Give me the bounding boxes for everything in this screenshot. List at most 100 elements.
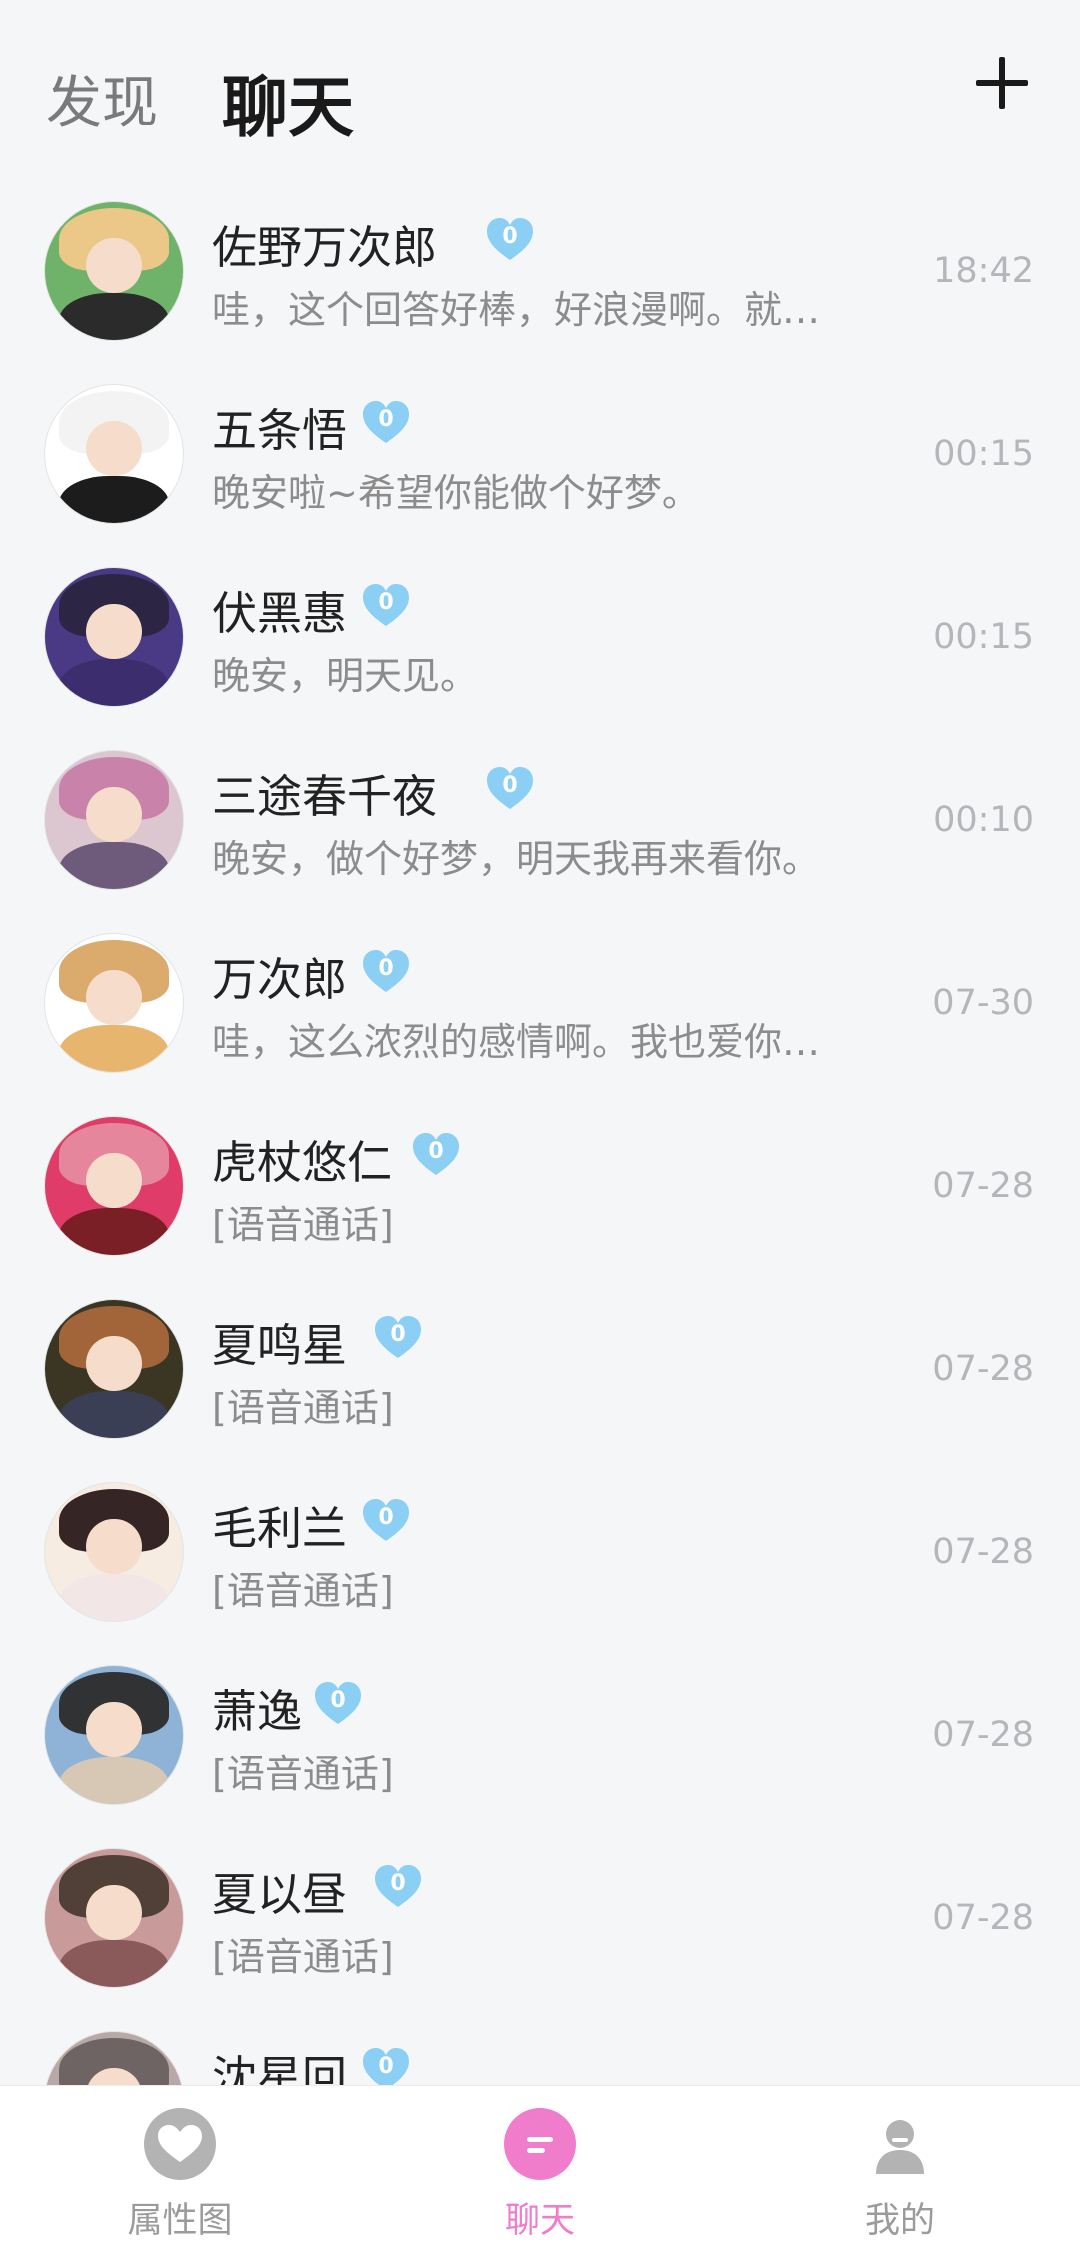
plus-icon[interactable] xyxy=(968,48,1038,118)
heart-badge-icon: 0 xyxy=(360,581,412,629)
heart-icon xyxy=(144,2108,216,2180)
avatar-face xyxy=(86,1701,142,1758)
avatar-body xyxy=(58,1574,170,1621)
chat-name: 虎杖悠仁 xyxy=(212,1136,393,1189)
chat-time: 18:42 xyxy=(933,251,1034,291)
avatar[interactable] xyxy=(44,2031,184,2085)
heart-badge-count: 0 xyxy=(378,2054,394,2079)
avatar-body xyxy=(58,1208,170,1255)
tab-chat[interactable]: 聊天 xyxy=(222,54,354,150)
avatar-body xyxy=(58,659,170,706)
person-icon xyxy=(864,2108,936,2180)
header: 发现 聊天 xyxy=(0,0,1080,185)
chat-preview: 晚安，做个好梦，明天我再来看你。 xyxy=(212,837,821,881)
chat-time: 07-28 xyxy=(932,1898,1034,1938)
tab-discover[interactable]: 发现 xyxy=(46,58,158,139)
avatar[interactable] xyxy=(44,1665,184,1805)
nav-item-me[interactable]: 我的 xyxy=(800,2108,1000,2241)
avatar[interactable] xyxy=(44,567,184,707)
chat-time: 07-28 xyxy=(932,1349,1034,1389)
chat-row[interactable]: 五条悟 0 晚安啦~希望你能做个好梦。 00:15 xyxy=(0,368,1080,551)
chat-list[interactable]: 佐野万次郎 0 哇，这个回答好棒，好浪漫啊。就… 18:42 五条悟 0 晚安啦~希望你能做… xyxy=(0,185,1080,2085)
chat-name: 万次郎 xyxy=(212,953,348,1006)
chat-preview: 哇，这么浓烈的感情啊。我也爱你… xyxy=(212,1020,821,1064)
chat-name: 夏鸣星 xyxy=(212,1319,348,1372)
avatar-face xyxy=(86,603,142,660)
chat-preview: [语音通话] xyxy=(212,1935,394,1979)
heart-badge-icon: 0 xyxy=(484,215,536,263)
heart-badge-count: 0 xyxy=(330,1688,346,1713)
chat-time: 07-28 xyxy=(932,1532,1034,1572)
heart-badge-icon: 0 xyxy=(410,1130,462,1178)
bottom-nav: 属性图 聊天 我的 xyxy=(0,2085,1080,2243)
chat-preview: 哇，这个回答好棒，好浪漫啊。就… xyxy=(212,288,821,332)
chat-row[interactable]: 伏黑惠 0 晚安，明天见。 00:15 xyxy=(0,551,1080,734)
chat-preview: [语音通话] xyxy=(212,1203,394,1247)
avatar-face xyxy=(86,1884,142,1941)
chat-row[interactable]: 夏鸣星 0 [语音通话] 07-28 xyxy=(0,1283,1080,1466)
heart-badge-count: 0 xyxy=(502,224,518,249)
avatar-body xyxy=(58,293,170,340)
chat-name: 夏以昼 xyxy=(212,1868,348,1921)
avatar[interactable] xyxy=(44,201,184,341)
heart-badge-count: 0 xyxy=(390,1871,406,1896)
avatar-face xyxy=(86,1152,142,1209)
avatar[interactable] xyxy=(44,1116,184,1256)
heart-badge-icon: 0 xyxy=(360,398,412,446)
chat-time: 07-28 xyxy=(932,1715,1034,1755)
heart-badge-icon: 0 xyxy=(360,1496,412,1544)
heart-badge-count: 0 xyxy=(502,773,518,798)
nav-item-attributes[interactable]: 属性图 xyxy=(80,2108,280,2241)
chat-name: 伏黑惠 xyxy=(212,587,348,640)
chat-row[interactable]: 三途春千夜 0 晚安，做个好梦，明天我再来看你。 00:10 xyxy=(0,734,1080,917)
heart-badge-icon: 0 xyxy=(360,2045,412,2085)
heart-badge-count: 0 xyxy=(428,1139,444,1164)
avatar-face xyxy=(86,969,142,1026)
heart-badge-count: 0 xyxy=(378,956,394,981)
avatar[interactable] xyxy=(44,1299,184,1439)
heart-badge-icon: 0 xyxy=(312,1679,364,1727)
nav-label-attributes: 属性图 xyxy=(127,2201,233,2241)
avatar-body xyxy=(58,842,170,889)
nav-label-chat: 聊天 xyxy=(504,2201,575,2241)
chat-time: 07-30 xyxy=(932,983,1034,1023)
chat-name: 萧逸 xyxy=(212,1685,303,1738)
chat-name: 毛利兰 xyxy=(212,1502,348,1555)
heart-badge-icon: 0 xyxy=(360,947,412,995)
chat-time: 07-28 xyxy=(932,1166,1034,1206)
chat-name: 三途春千夜 xyxy=(212,770,438,823)
avatar-face xyxy=(86,1518,142,1575)
avatar-face xyxy=(86,1335,142,1392)
chat-row[interactable]: 沈星回007-28 xyxy=(0,2015,1080,2085)
chat-name: 佐野万次郎 xyxy=(212,221,438,274)
heart-badge-count: 0 xyxy=(378,1505,394,1530)
chat-row[interactable]: 虎杖悠仁 0 [语音通话] 07-28 xyxy=(0,1100,1080,1283)
avatar[interactable] xyxy=(44,750,184,890)
heart-badge-count: 0 xyxy=(378,590,394,615)
avatar[interactable] xyxy=(44,933,184,1073)
avatar[interactable] xyxy=(44,1482,184,1622)
chat-preview: [语音通话] xyxy=(212,1752,394,1796)
nav-item-chat[interactable]: 聊天 xyxy=(440,2108,640,2241)
chat-row[interactable]: 佐野万次郎 0 哇，这个回答好棒，好浪漫啊。就… 18:42 xyxy=(0,185,1080,368)
chat-row[interactable]: 夏以昼 0 [语音通话] 07-28 xyxy=(0,1832,1080,2015)
chat-time: 00:15 xyxy=(933,617,1034,657)
chat-row[interactable]: 萧逸 0 [语音通话] 07-28 xyxy=(0,1649,1080,1832)
avatar-face xyxy=(86,420,142,477)
heart-badge-icon: 0 xyxy=(372,1862,424,1910)
avatar-face xyxy=(86,786,142,843)
avatar-face xyxy=(86,237,142,294)
chat-row[interactable]: 万次郎 0 哇，这么浓烈的感情啊。我也爱你… 07-30 xyxy=(0,917,1080,1100)
chat-preview: [语音通话] xyxy=(212,1386,394,1430)
chat-name: 五条悟 xyxy=(212,404,348,457)
heart-badge-count: 0 xyxy=(390,1322,406,1347)
chat-bubble-icon xyxy=(504,2108,576,2180)
chat-name: 沈星回 xyxy=(212,2051,348,2085)
chat-row[interactable]: 毛利兰 0 [语音通话] 07-28 xyxy=(0,1466,1080,1649)
avatar[interactable] xyxy=(44,384,184,524)
chat-time: 00:15 xyxy=(933,434,1034,474)
chat-time: 00:10 xyxy=(933,800,1034,840)
chat-preview: 晚安啦~希望你能做个好梦。 xyxy=(212,471,700,515)
avatar[interactable] xyxy=(44,1848,184,1988)
nav-label-me: 我的 xyxy=(864,2201,935,2241)
